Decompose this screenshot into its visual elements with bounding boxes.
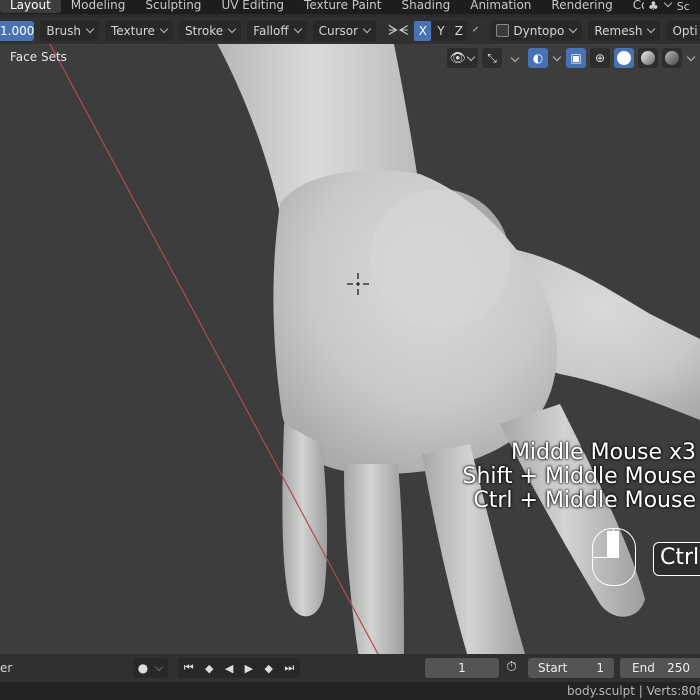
wireframe-sphere-icon: ⊕ (594, 51, 606, 65)
chevron-down-icon (85, 24, 95, 34)
overlays-icon: ◐ (532, 51, 544, 65)
overlays-toggle[interactable]: ◐ (528, 48, 548, 68)
status-bar: body.sculpt | Verts:808,4 (0, 682, 700, 700)
tab-animation[interactable]: Animation (460, 0, 541, 13)
wireframe-shading-button[interactable]: ⊕ (590, 48, 610, 68)
rendered-shading-button[interactable] (662, 48, 682, 68)
texture-dropdown[interactable]: Texture (105, 20, 173, 41)
play-icon[interactable]: ▶ (245, 662, 253, 675)
chevron-down-icon (466, 52, 476, 61)
scene-stats: body.sculpt | Verts:808,4 (567, 684, 700, 698)
palm-bulge (370, 189, 510, 329)
screencast-line-1: Middle Mouse x3 (510, 440, 696, 465)
sculpt-toolbar: 1.000 Brush Texture Stroke Falloff Curso… (0, 17, 700, 44)
face-sets-mode-label[interactable]: Face Sets (10, 50, 67, 64)
tab-texture-paint[interactable]: Texture Paint (294, 0, 391, 13)
workspace-tabs: Layout Modeling Sculpting UV Editing Texture… (0, 0, 700, 14)
next-keyframe-icon[interactable]: ◆ (265, 662, 273, 675)
remesh-dropdown[interactable]: Remesh (588, 20, 661, 41)
screencast-line-3: Ctrl + Middle Mouse (473, 488, 696, 513)
record-dot-icon: ● (137, 661, 149, 675)
falloff-dropdown[interactable]: Falloff (247, 20, 307, 41)
brush-dropdown[interactable]: Brush (40, 20, 99, 41)
mouse-icon (592, 528, 636, 586)
eye-icon: 👁 (449, 50, 466, 66)
solid-sphere-icon (617, 51, 631, 65)
scene-name: Sc (676, 0, 690, 13)
cursor-dropdown[interactable]: Cursor (312, 20, 377, 41)
dyntopo-dropdown[interactable]: Dyntopo (490, 20, 583, 41)
chevron-down-icon (154, 662, 164, 671)
dyntopo-checkbox[interactable] (496, 24, 510, 37)
chevron-down-icon[interactable] (552, 52, 562, 61)
gizmo-toggle[interactable]: ⤡ (482, 48, 502, 68)
jump-end-icon[interactable]: ⏭ (284, 661, 294, 675)
strength-field[interactable]: 1.000 (0, 20, 35, 41)
tab-layout[interactable]: Layout (0, 0, 61, 13)
symmetry-butterfly-icon: ᗒᗕ (388, 22, 409, 39)
timeline-bar: er ● ⏮ ◆ ◀ ▶ ◆ ⏭ 1 ⏱ Start 1 End 250 (0, 654, 700, 682)
tab-rendering[interactable]: Rendering (541, 0, 622, 13)
end-frame-field[interactable]: End 250 (620, 658, 700, 678)
stroke-dropdown[interactable]: Stroke (178, 20, 242, 41)
chevron-down-icon[interactable] (473, 26, 479, 32)
chevron-down-icon (293, 24, 302, 34)
chevron-down-icon (362, 24, 372, 34)
chevron-down-icon (663, 0, 673, 8)
playback-controls: ⏮ ◆ ◀ ▶ ◆ ⏭ (178, 658, 300, 678)
material-sphere-icon (641, 51, 655, 65)
prev-keyframe-icon[interactable]: ◆ (205, 662, 213, 675)
chevron-down-icon[interactable] (686, 52, 696, 61)
chevron-down-icon (227, 24, 237, 34)
current-frame-field[interactable]: 1 (425, 658, 499, 678)
finger-pinky (282, 424, 328, 617)
3d-viewport[interactable]: Face Sets 👁 ⤡ ◐ ▣ ⊕ Middle Mouse x3 Shif… (0, 44, 700, 654)
tab-modeling[interactable]: Modeling (61, 0, 136, 13)
ctrl-key-badge: Ctrl (653, 542, 700, 576)
chevron-down-icon (569, 24, 578, 34)
visibility-dropdown[interactable]: 👁 (447, 48, 478, 68)
viewport-header-tools: 👁 ⤡ ◐ ▣ ⊕ (447, 46, 700, 70)
scene-selector[interactable]: ♣ Sc (644, 0, 700, 14)
mirror-y-toggle[interactable]: Y (432, 20, 450, 41)
mirror-z-toggle[interactable]: Z (450, 20, 468, 41)
screencast-line-2: Shift + Middle Mouse (462, 464, 696, 489)
material-shading-button[interactable] (638, 48, 658, 68)
options-dropdown[interactable]: Opti (666, 20, 700, 41)
stopwatch-icon[interactable]: ⏱ (506, 659, 517, 675)
keyframe-dropdown[interactable]: ● (134, 658, 168, 678)
chevron-down-icon (647, 24, 656, 34)
xray-toggle[interactable]: ▣ (566, 48, 586, 68)
mirror-x-toggle[interactable]: X (414, 20, 432, 41)
finger-ring (344, 464, 404, 654)
tab-sculpting[interactable]: Sculpting (135, 0, 211, 13)
chevron-down-icon[interactable] (510, 53, 520, 63)
gizmo-arrows-icon: ⤡ (487, 50, 497, 65)
tab-uv-editing[interactable]: UV Editing (211, 0, 294, 13)
play-reverse-icon[interactable]: ◀ (225, 662, 233, 675)
timeline-menu-label[interactable]: er (0, 661, 12, 675)
tab-shading[interactable]: Shading (391, 0, 460, 13)
chevron-down-icon (159, 24, 169, 34)
xray-icon: ▣ (570, 51, 582, 65)
start-frame-field[interactable]: Start 1 (528, 658, 614, 678)
scene-icon: ♣ (648, 0, 659, 13)
rendered-sphere-icon (665, 51, 679, 65)
jump-start-icon[interactable]: ⏮ (184, 661, 194, 675)
solid-shading-button[interactable] (614, 48, 634, 68)
